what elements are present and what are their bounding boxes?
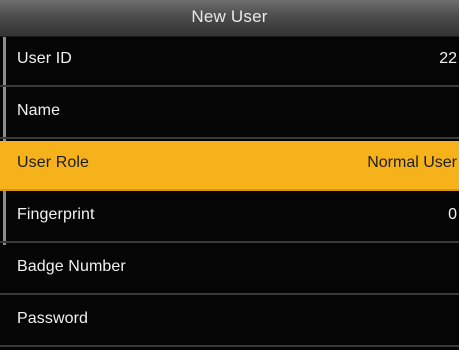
- user-role-value: Normal User: [367, 154, 457, 171]
- fingerprint-value: 0: [448, 206, 457, 223]
- name-label: Name: [17, 102, 61, 119]
- user-role-label: User Role: [17, 154, 90, 171]
- device-screen: New User User ID 22 Name User Role Norma…: [0, 0, 459, 350]
- badge-number-label: Badge Number: [17, 258, 126, 275]
- user-id-row[interactable]: User ID 22: [0, 37, 459, 87]
- name-row[interactable]: Name: [0, 89, 459, 139]
- form-list: User ID 22 Name User Role Normal User Fi…: [0, 37, 459, 350]
- badge-number-row[interactable]: Badge Number: [0, 245, 459, 295]
- password-row[interactable]: Password: [0, 297, 459, 347]
- user-id-label: User ID: [17, 50, 72, 67]
- user-role-row[interactable]: User Role Normal User: [0, 141, 459, 191]
- fingerprint-row[interactable]: Fingerprint 0: [0, 193, 459, 243]
- user-id-value: 22: [439, 50, 457, 67]
- title-bar: New User: [0, 0, 459, 37]
- page-title: New User: [191, 7, 268, 26]
- password-label: Password: [17, 310, 89, 327]
- fingerprint-label: Fingerprint: [17, 206, 95, 223]
